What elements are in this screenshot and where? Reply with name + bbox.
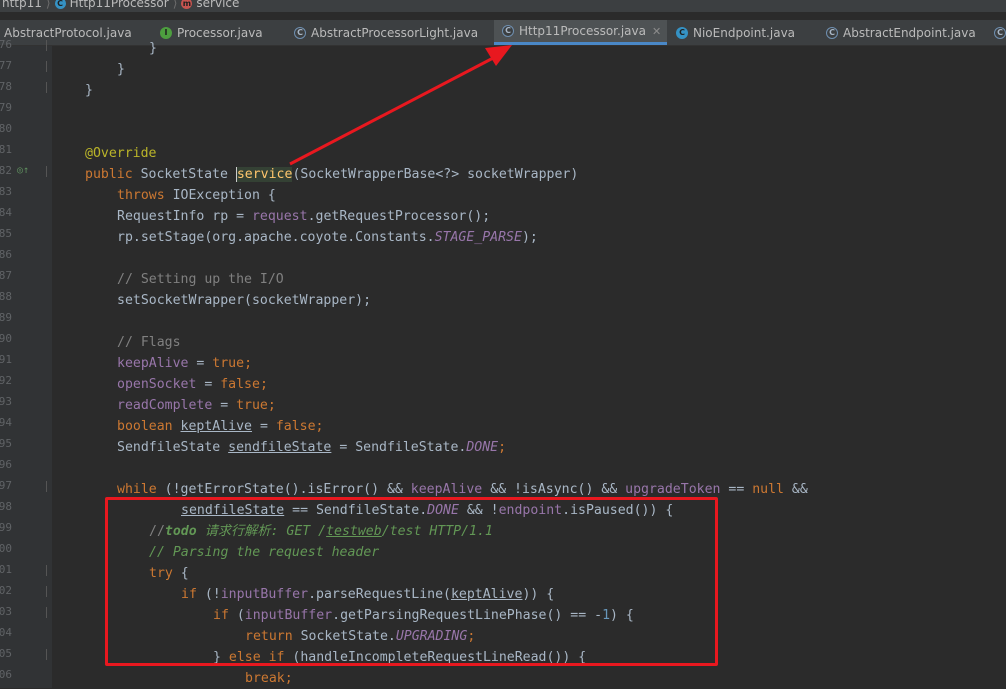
code-line: @Override bbox=[85, 146, 157, 161]
chevron-right-icon: ⟩ bbox=[172, 0, 178, 10]
line-number: 89 bbox=[0, 311, 12, 324]
fold-marker-icon[interactable] bbox=[46, 649, 50, 660]
fold-marker-icon[interactable] bbox=[46, 586, 50, 597]
method-icon: m bbox=[181, 0, 193, 9]
line-number: 105 bbox=[0, 647, 12, 660]
code-line: throws IOException { bbox=[117, 188, 276, 203]
line-number: 97 bbox=[0, 479, 12, 492]
line-number: 101 bbox=[0, 563, 12, 576]
line-number: 100 bbox=[0, 542, 12, 555]
line-number: 102 bbox=[0, 584, 12, 597]
chevron-right-icon: ⟩ bbox=[45, 0, 51, 10]
code-line: rp.setStage(org.apache.coyote.Constants.… bbox=[117, 230, 538, 245]
line-number: 104 bbox=[0, 626, 12, 639]
line-number: 84 bbox=[0, 206, 12, 219]
code-line: } bbox=[85, 83, 93, 98]
abstract-class-icon: C bbox=[826, 26, 838, 39]
interface-icon: I bbox=[160, 26, 172, 39]
line-number: 98 bbox=[0, 500, 12, 513]
line-number: 96 bbox=[0, 458, 12, 471]
class-icon: C bbox=[54, 0, 66, 9]
line-number: 79 bbox=[0, 101, 12, 114]
class-icon: C bbox=[502, 25, 514, 37]
fold-marker-icon[interactable] bbox=[46, 40, 50, 51]
line-number: 87 bbox=[0, 269, 12, 282]
tab-label: AbstractProcessorLight.java bbox=[311, 25, 479, 40]
fold-marker-icon[interactable] bbox=[46, 565, 50, 576]
arrow-head-icon bbox=[485, 45, 512, 66]
breadcrumb: http11 ⟩ C Http11Processor ⟩ m service bbox=[0, 0, 1006, 12]
line-number: 91 bbox=[0, 353, 12, 366]
line-number: 93 bbox=[0, 395, 12, 408]
line-number: 83 bbox=[0, 185, 12, 198]
line-number: 82 bbox=[0, 164, 12, 177]
tab-processor[interactable]: I Processor.java bbox=[160, 20, 263, 45]
close-icon[interactable]: ✕ bbox=[652, 25, 661, 38]
line-number: 92 bbox=[0, 374, 12, 387]
code-line: setSocketWrapper(socketWrapper); bbox=[117, 293, 372, 308]
line-number-gutter: 76 77 78 79 80 81 82 ◎↑ 83 84 85 86 87 8… bbox=[0, 38, 52, 688]
fold-marker-icon[interactable] bbox=[46, 82, 50, 93]
tab-label: Processor.java bbox=[177, 25, 263, 40]
line-number: 80 bbox=[0, 122, 12, 135]
fold-marker-icon[interactable] bbox=[46, 607, 50, 618]
breadcrumb-item-package[interactable]: http11 bbox=[2, 0, 42, 10]
line-number: 90 bbox=[0, 332, 12, 345]
code-line: SendfileState sendfileState = SendfileSt… bbox=[117, 440, 507, 455]
code-line-service-signature: public SocketState service(SocketWrapper… bbox=[85, 167, 579, 182]
code-line: readComplete = true; bbox=[117, 398, 276, 413]
line-number: 85 bbox=[0, 227, 12, 240]
code-line: // Flags bbox=[117, 335, 181, 350]
code-line: break; bbox=[245, 671, 293, 686]
class-icon: C bbox=[676, 26, 688, 39]
tab-overflow[interactable]: C bbox=[994, 20, 1006, 45]
tab-nio-endpoint[interactable]: C NioEndpoint.java bbox=[676, 20, 795, 45]
method-name-service: service bbox=[235, 167, 293, 182]
arrow-line bbox=[289, 54, 498, 166]
line-number: 106 bbox=[0, 668, 12, 681]
code-line: } bbox=[117, 62, 125, 77]
line-number: 95 bbox=[0, 437, 12, 450]
tab-label: NioEndpoint.java bbox=[693, 25, 796, 40]
code-line: // Setting up the I/O bbox=[117, 272, 284, 287]
line-number: 76 bbox=[0, 38, 12, 51]
fold-marker-icon[interactable] bbox=[46, 61, 50, 72]
override-marker-icon[interactable]: ◎↑ bbox=[17, 165, 29, 176]
code-line: } bbox=[149, 41, 157, 56]
line-number: 103 bbox=[0, 605, 12, 618]
fold-marker-icon[interactable] bbox=[46, 166, 50, 177]
line-number: 86 bbox=[0, 248, 12, 261]
abstract-class-icon: C bbox=[294, 26, 306, 39]
tab-abstract-protocol[interactable]: AbstractProtocol.java bbox=[4, 20, 132, 45]
breadcrumb-item-method[interactable]: service bbox=[196, 0, 239, 10]
line-number: 88 bbox=[0, 290, 12, 303]
fold-marker-icon[interactable] bbox=[46, 481, 50, 492]
line-number: 78 bbox=[0, 80, 12, 93]
breadcrumb-item-class[interactable]: Http11Processor bbox=[70, 0, 169, 10]
line-number: 81 bbox=[0, 143, 12, 156]
tab-abstract-processor-light[interactable]: C AbstractProcessorLight.java bbox=[294, 20, 478, 45]
code-line: openSocket = false; bbox=[117, 377, 268, 392]
line-number: 99 bbox=[0, 521, 12, 534]
tab-abstract-endpoint[interactable]: C AbstractEndpoint.java bbox=[826, 20, 976, 45]
line-number: 94 bbox=[0, 416, 12, 429]
tab-http11-processor[interactable]: C Http11Processor.java ✕ bbox=[494, 20, 668, 45]
code-line: keepAlive = true; bbox=[117, 356, 253, 371]
code-line: RequestInfo rp = request.getRequestProce… bbox=[117, 209, 491, 224]
line-number: 77 bbox=[0, 59, 12, 72]
tab-label: Http11Processor.java bbox=[519, 24, 646, 38]
tab-label: AbstractProtocol.java bbox=[4, 25, 132, 40]
tab-label: AbstractEndpoint.java bbox=[843, 25, 976, 40]
code-line: boolean keptAlive = false; bbox=[117, 419, 324, 434]
class-icon: C bbox=[994, 26, 1006, 39]
highlight-box bbox=[105, 497, 718, 666]
